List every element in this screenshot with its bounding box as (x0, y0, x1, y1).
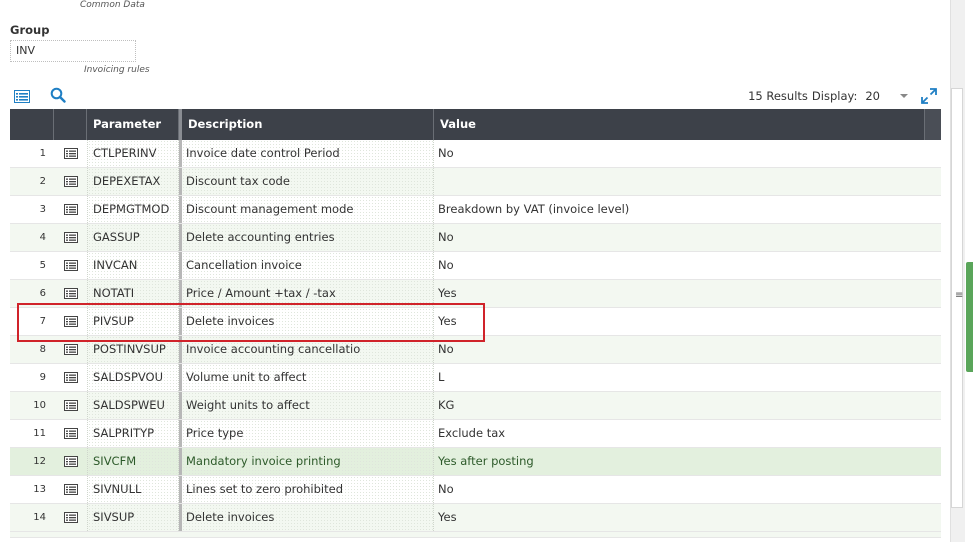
row-detail-icon[interactable] (54, 420, 87, 447)
common-data-label: Common Data (80, 0, 145, 10)
value-cell[interactable]: No (434, 224, 941, 251)
description-cell: Delete accounting entries (182, 224, 434, 251)
row-number: 5 (39, 260, 46, 271)
row-number: 13 (33, 484, 46, 495)
header-filler (925, 109, 941, 140)
table-row[interactable]: 14 SIVSUP Delete invoices Yes (10, 504, 941, 532)
value-cell[interactable]: Exclude tax (434, 420, 941, 447)
value-cell[interactable]: No (434, 476, 941, 503)
parameter-cell[interactable]: SIVNULL (87, 476, 179, 503)
header-rownum (10, 109, 54, 140)
header-description[interactable]: Description (179, 109, 434, 140)
row-number: 11 (33, 428, 46, 439)
value-cell[interactable]: L (434, 364, 941, 391)
header-parameter[interactable]: Parameter (87, 109, 179, 140)
group-input[interactable]: INV (10, 40, 136, 62)
row-detail-icon[interactable] (54, 140, 87, 167)
header-icon-col (54, 109, 87, 140)
row-number: 10 (33, 400, 46, 411)
row-detail-icon[interactable] (54, 448, 87, 475)
table-row-partial (10, 532, 941, 538)
parameter-cell[interactable]: SIVSUP (87, 504, 179, 531)
table-row[interactable]: 4 GASSUP Delete accounting entries No (10, 224, 941, 252)
table-row[interactable]: 5 INVCAN Cancellation invoice No (10, 252, 941, 280)
list-view-icon[interactable] (13, 88, 31, 104)
value-cell[interactable]: Yes after posting (434, 448, 941, 475)
results-bar: 15 Results Display: 20 (748, 89, 908, 103)
value-cell[interactable]: Yes (434, 280, 941, 307)
table-row[interactable]: 3 DEPMGTMOD Discount management mode Breakd… (10, 196, 941, 224)
value-cell[interactable]: Breakdown by VAT (invoice level) (434, 196, 941, 223)
row-detail-icon[interactable] (54, 196, 87, 223)
header-value[interactable]: Value (434, 109, 925, 140)
row-detail-icon[interactable] (54, 168, 87, 195)
value-cell[interactable]: No (434, 140, 941, 167)
display-value: 20 (865, 89, 880, 103)
value-cell[interactable]: KG (434, 392, 941, 419)
value-cell[interactable] (434, 168, 941, 195)
description-cell: Discount management mode (182, 196, 434, 223)
highlight-box (17, 303, 485, 342)
grip-icon: ≡ (955, 290, 964, 301)
table-row[interactable]: 10 SALDSPWEU Weight units to affect KG (10, 392, 941, 420)
row-number: 2 (39, 176, 46, 187)
parameter-cell[interactable]: SALPRITYP (87, 420, 179, 447)
display-select[interactable]: 20 (865, 89, 908, 103)
table-row[interactable]: 2 DEPEXETAX Discount tax code (10, 168, 941, 196)
row-number: 3 (39, 204, 46, 215)
description-cell: Invoice date control Period (182, 140, 434, 167)
parameter-cell[interactable]: SALDSPVOU (87, 364, 179, 391)
row-number: 12 (33, 456, 46, 467)
row-detail-icon[interactable] (54, 224, 87, 251)
parameter-cell[interactable]: GASSUP (87, 224, 179, 251)
value-cell[interactable]: No (434, 336, 941, 363)
table-row[interactable]: 9 SALDSPVOU Volume unit to affect L (10, 364, 941, 392)
description-cell: Delete invoices (182, 504, 434, 531)
group-label: Group (10, 23, 50, 37)
row-detail-icon[interactable] (54, 392, 87, 419)
value-cell[interactable]: Yes (434, 308, 941, 335)
row-detail-icon[interactable] (54, 504, 87, 531)
value-cell[interactable]: No (434, 252, 941, 279)
display-label: Display: (811, 89, 858, 103)
table-row[interactable]: 13 SIVNULL Lines set to zero prohibited No (10, 476, 941, 504)
group-description: Invoicing rules (84, 65, 150, 75)
description-cell: Volume unit to affect (182, 364, 434, 391)
parameter-cell[interactable]: SALDSPWEU (87, 392, 179, 419)
results-count: 15 Results (748, 89, 808, 103)
row-number: 1 (39, 148, 46, 159)
table-row[interactable]: 12 SIVCFM Mandatory invoice printing Yes af… (10, 448, 941, 476)
row-number: 14 (33, 512, 46, 523)
description-cell: Price type (182, 420, 434, 447)
parameter-cell[interactable]: DEPMGTMOD (87, 196, 179, 223)
parameter-cell[interactable]: SIVCFM (87, 448, 179, 475)
description-cell: Lines set to zero prohibited (182, 476, 434, 503)
description-cell: Discount tax code (182, 168, 434, 195)
description-cell: Cancellation invoice (182, 252, 434, 279)
parameter-cell[interactable]: CTLPERINV (87, 140, 179, 167)
description-cell: Weight units to affect (182, 392, 434, 419)
search-icon[interactable] (49, 87, 67, 103)
row-number: 4 (39, 232, 46, 243)
value-cell[interactable]: Yes (434, 504, 941, 531)
side-panel-tab[interactable] (966, 262, 973, 372)
description-cell: Mandatory invoice printing (182, 448, 434, 475)
row-detail-icon[interactable] (54, 476, 87, 503)
parameter-cell[interactable]: DEPEXETAX (87, 168, 179, 195)
row-number: 9 (39, 372, 46, 383)
row-detail-icon[interactable] (54, 364, 87, 391)
parameter-cell[interactable]: INVCAN (87, 252, 179, 279)
chevron-down-icon (900, 94, 908, 98)
table-row[interactable]: 1 CTLPERINV Invoice date control Period No (10, 140, 941, 168)
table-row[interactable]: 11 SALPRITYP Price type Exclude tax (10, 420, 941, 448)
table-header: Parameter Description Value (10, 109, 941, 140)
expand-icon[interactable] (920, 87, 938, 108)
row-detail-icon[interactable] (54, 252, 87, 279)
